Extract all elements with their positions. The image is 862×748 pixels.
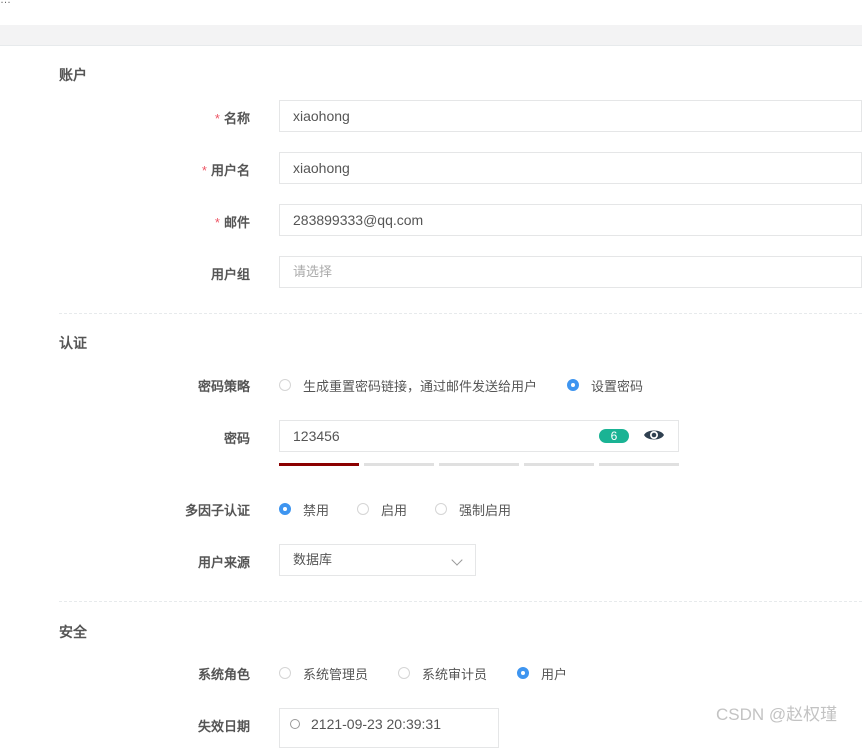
- username-label: * 用户名: [60, 160, 250, 179]
- password-strength-segment: [524, 463, 594, 466]
- name-input-value: xiaohong: [293, 108, 350, 124]
- system-role-label: 系统角色: [197, 667, 250, 682]
- watermark: CSDN @赵权瑾: [716, 705, 838, 724]
- radio-checked-icon[interactable]: [567, 379, 580, 391]
- system-role-radio-group: 系统管理员 系统审计员 用户: [279, 663, 567, 683]
- name-label: * 名称: [60, 108, 250, 127]
- radio-unchecked-icon[interactable]: [279, 379, 291, 391]
- radio-option-force[interactable]: 强制启用: [435, 500, 511, 519]
- radio-label: 生成重置密码链接，通过邮件发送给用户: [303, 378, 538, 394]
- user-group-placeholder: 请选择: [293, 264, 333, 279]
- radio-option-user[interactable]: 用户: [517, 664, 567, 683]
- password-strategy-radio-group: 生成重置密码链接，通过邮件发送给用户 设置密码: [279, 375, 643, 395]
- section-title-account: 账户: [59, 67, 87, 83]
- email-label-text: 邮件: [223, 215, 250, 230]
- radio-label: 禁用: [303, 502, 330, 518]
- radio-label: 强制启用: [459, 502, 512, 518]
- password-strategy-label: 密码策略: [197, 379, 250, 394]
- email-input-value: 283899333@qq.com: [293, 212, 424, 228]
- section-divider: [59, 313, 862, 314]
- required-mark: *: [214, 215, 220, 230]
- user-group-select[interactable]: 请选择: [279, 256, 862, 288]
- top-bar: …: [0, 0, 862, 25]
- password-strength-segment: [439, 463, 519, 466]
- radio-label: 设置密码: [591, 378, 644, 394]
- email-label: * 邮件: [60, 212, 250, 231]
- source-label: 用户来源: [197, 555, 250, 570]
- radio-checked-icon[interactable]: [517, 667, 530, 679]
- radio-unchecked-icon[interactable]: [279, 667, 291, 679]
- mfa-radio-group: 禁用 启用 强制启用: [279, 499, 511, 519]
- radio-label: 用户: [541, 666, 568, 682]
- section-title-security: 安全: [59, 624, 87, 640]
- radio-option-sysadmin[interactable]: 系统管理员: [279, 664, 368, 683]
- user-group-label: 用户组: [210, 267, 250, 282]
- radio-unchecked-icon[interactable]: [357, 503, 370, 515]
- password-length-badge: 6: [599, 429, 629, 443]
- password-strength-segment: [279, 463, 359, 466]
- radio-label: 系统审计员: [422, 666, 488, 682]
- username-input[interactable]: xiaohong: [279, 152, 862, 184]
- radio-option-auditor[interactable]: 系统审计员: [398, 664, 487, 683]
- email-input[interactable]: 283899333@qq.com: [279, 204, 862, 236]
- password-strength-segment: [599, 463, 679, 466]
- radio-option-disabled[interactable]: 禁用: [279, 500, 329, 519]
- required-mark: *: [214, 111, 220, 126]
- section-divider: [59, 601, 862, 602]
- radio-label: 系统管理员: [303, 666, 369, 682]
- section-title-auth: 认证: [59, 335, 87, 351]
- mfa-label: 多因子认证: [184, 503, 250, 518]
- password-input-value: 123456: [293, 428, 340, 444]
- radio-checked-icon[interactable]: [279, 503, 291, 515]
- radio-unchecked-icon[interactable]: [398, 667, 411, 679]
- source-select[interactable]: 数据库: [279, 544, 476, 576]
- radio-option-enabled[interactable]: 启用: [357, 500, 407, 519]
- radio-option-reset-link[interactable]: 生成重置密码链接，通过邮件发送给用户: [279, 376, 537, 395]
- expire-date-input[interactable]: 2121-09-23 20:39:31: [279, 708, 499, 748]
- page-header-strip: [0, 25, 862, 46]
- name-label-text: 名称: [223, 111, 250, 126]
- source-select-value: 数据库: [293, 552, 333, 567]
- password-label: 密码: [223, 431, 250, 446]
- name-input[interactable]: xiaohong: [279, 100, 862, 132]
- required-mark: *: [201, 163, 207, 178]
- username-input-value: xiaohong: [293, 160, 350, 176]
- cut-header-text: …: [0, 0, 11, 6]
- radio-unchecked-icon[interactable]: [435, 503, 448, 515]
- expire-date-label: 失效日期: [197, 719, 250, 734]
- radio-label: 启用: [381, 502, 408, 518]
- clock-icon: [290, 719, 300, 729]
- eye-icon[interactable]: [643, 427, 665, 443]
- password-strength-segment: [364, 463, 434, 466]
- radio-option-set-password[interactable]: 设置密码: [567, 376, 643, 395]
- username-label-text: 用户名: [210, 163, 250, 178]
